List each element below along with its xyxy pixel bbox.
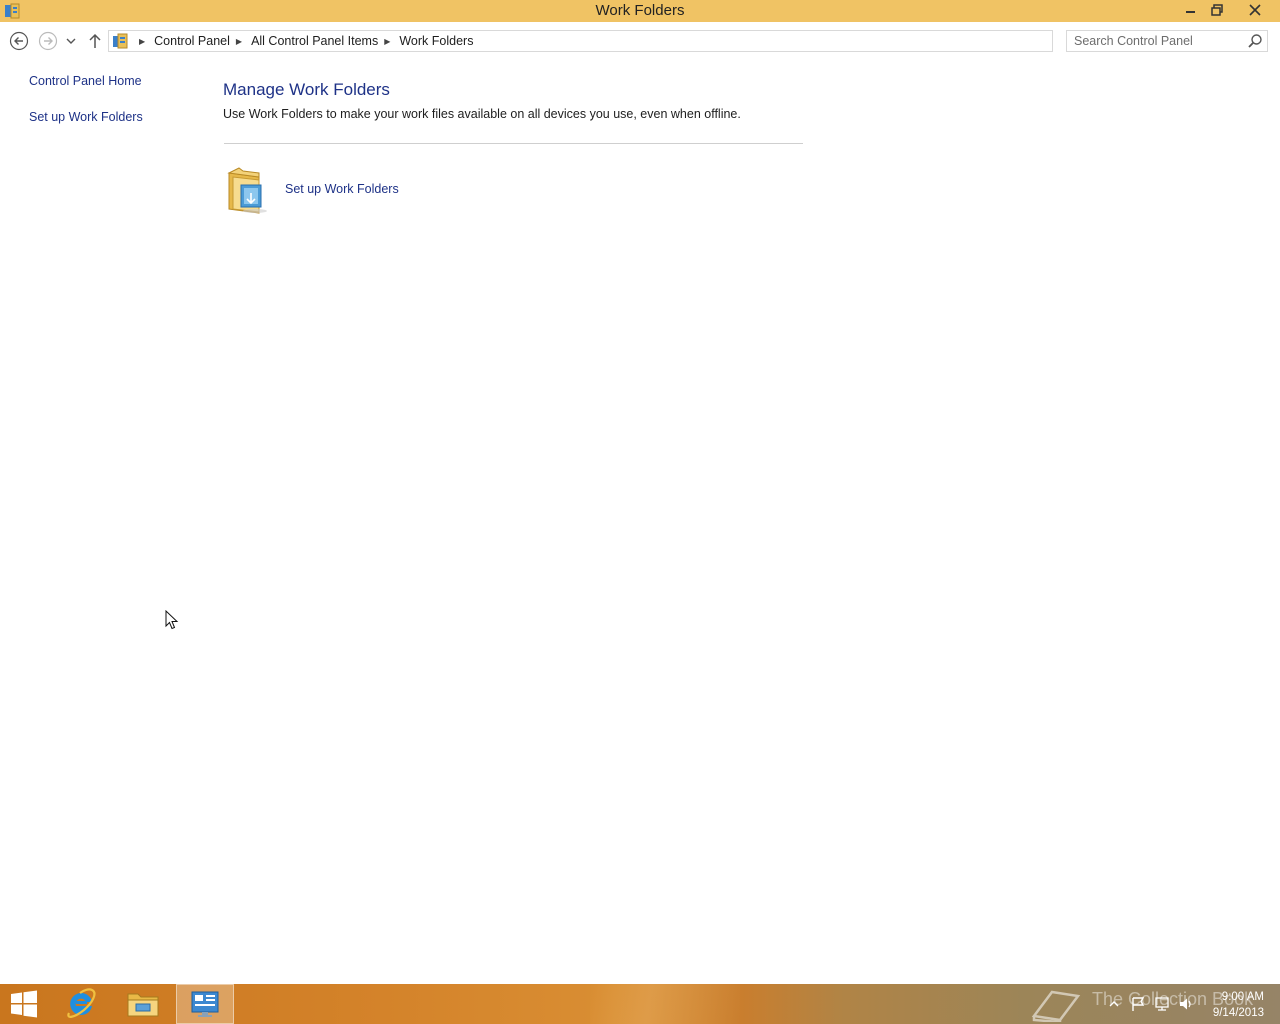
search-icon[interactable] [1247, 33, 1263, 49]
forward-icon [38, 31, 58, 51]
start-icon [11, 990, 37, 1018]
minimize-icon [1186, 11, 1195, 13]
back-icon [9, 31, 29, 51]
file-explorer-button[interactable] [114, 984, 172, 1024]
system-clock[interactable]: 9:00 AM 9/14/2013 [1200, 989, 1264, 1021]
volume-icon[interactable] [1178, 996, 1194, 1012]
set-up-work-folders-link[interactable]: Set up Work Folders [285, 182, 399, 196]
control-panel-icon [113, 33, 128, 49]
breadcrumb-work-folders[interactable]: Work Folders [399, 34, 473, 48]
book-watermark-icon [1031, 990, 1081, 1022]
internet-explorer-button[interactable] [52, 984, 110, 1024]
minimize-button[interactable] [1178, 0, 1204, 20]
restore-button[interactable] [1204, 0, 1230, 20]
search-box[interactable] [1066, 30, 1268, 52]
clock-time: 9:00 AM [1221, 991, 1264, 1003]
title-bar: Work Folders [0, 0, 1280, 22]
forward-button[interactable] [38, 31, 58, 51]
start-button[interactable] [0, 984, 48, 1024]
page-title: Manage Work Folders [223, 80, 390, 99]
back-button[interactable] [9, 31, 29, 51]
network-icon[interactable] [1154, 996, 1170, 1012]
breadcrumb-separator-icon[interactable]: ▶ [384, 37, 390, 46]
ie-icon [67, 988, 96, 1018]
breadcrumb-control-panel[interactable]: Control Panel [154, 34, 230, 48]
address-bar[interactable]: ▶ Control Panel ▶ All Control Panel Item… [108, 30, 1156, 52]
close-button[interactable] [1240, 0, 1270, 20]
search-input[interactable] [1067, 31, 1250, 51]
breadcrumb-separator-icon[interactable]: ▶ [139, 37, 145, 46]
taskbar [0, 984, 1280, 1024]
control-panel-taskbar-button[interactable] [176, 984, 234, 1024]
navigation-bar: ▶ Control Panel ▶ All Control Panel Item… [0, 22, 1280, 60]
recent-pages-icon [66, 38, 76, 44]
up-icon [89, 33, 101, 48]
set-up-work-folders-side-link[interactable]: Set up Work Folders [29, 110, 143, 124]
file-explorer-icon [127, 993, 159, 1017]
work-folders-icon[interactable] [225, 165, 273, 215]
restore-icon [1211, 4, 1223, 16]
close-icon [1249, 4, 1261, 16]
show-hidden-icons-icon[interactable] [1106, 996, 1122, 1012]
window-title: Work Folders [595, 2, 685, 19]
recent-pages-button[interactable] [63, 31, 79, 51]
up-button[interactable] [85, 31, 105, 51]
breadcrumb-all-control-panel-items[interactable]: All Control Panel Items [251, 34, 378, 48]
flag-icon[interactable] [1130, 996, 1146, 1012]
control-panel-home-link[interactable]: Control Panel Home [29, 74, 142, 88]
clock-date: 9/14/2013 [1212, 1007, 1264, 1019]
mouse-cursor-icon [165, 610, 179, 630]
divider [224, 143, 803, 144]
breadcrumb: ▶ Control Panel ▶ All Control Panel Item… [133, 31, 473, 51]
page-description: Use Work Folders to make your work files… [223, 107, 741, 121]
breadcrumb-separator-icon[interactable]: ▶ [236, 37, 242, 46]
control-panel-taskbar-icon [191, 991, 219, 1017]
